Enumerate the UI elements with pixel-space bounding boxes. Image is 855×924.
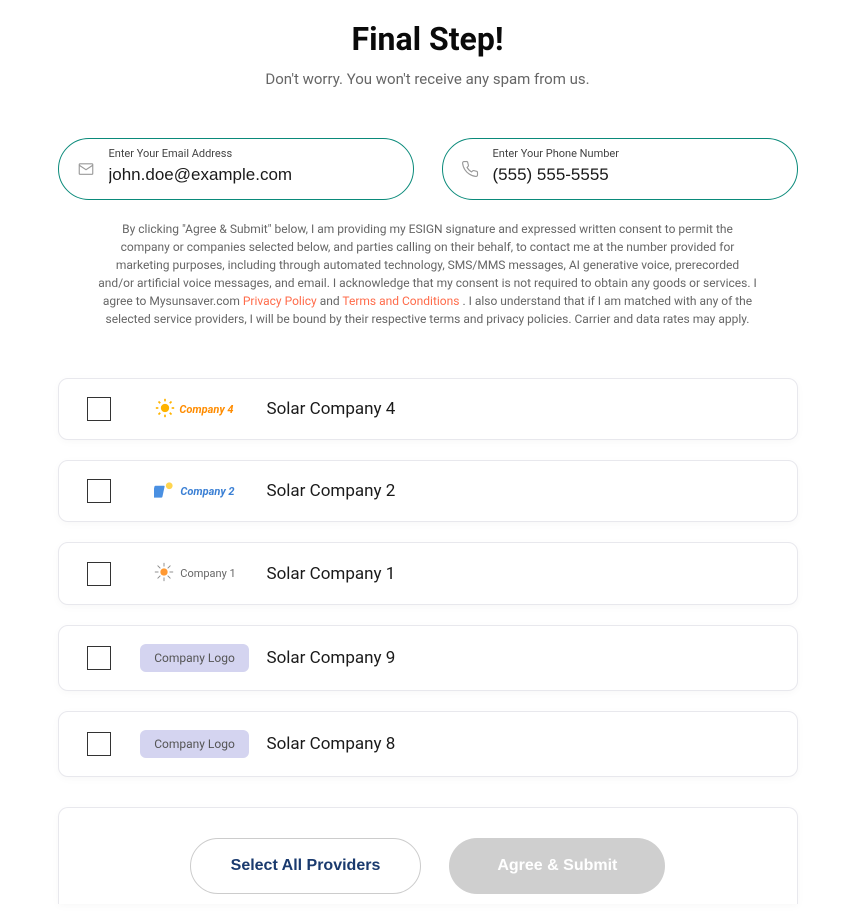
company-item: Company Logo Solar Company 8 [58, 711, 798, 777]
company-name: Solar Company 2 [267, 481, 396, 501]
logo-placeholder: Company Logo [140, 730, 249, 758]
company-name: Solar Company 1 [267, 564, 396, 584]
terms-link[interactable]: Terms and Conditions [342, 294, 459, 308]
sun-icon [154, 480, 176, 503]
email-field-wrapper[interactable]: Enter Your Email Address [58, 138, 414, 200]
legal-and: and [320, 294, 343, 308]
sun-icon [153, 561, 175, 586]
company-logo: Company Logo [135, 644, 255, 672]
phone-label: Enter Your Phone Number [493, 147, 619, 160]
page-title: Final Step! [58, 20, 798, 58]
phone-field-wrapper[interactable]: Enter Your Phone Number [442, 138, 798, 200]
company-checkbox[interactable] [87, 732, 111, 756]
privacy-policy-link[interactable]: Privacy Policy [243, 294, 317, 308]
actions-bar: Select All Providers Agree & Submit [58, 807, 798, 904]
company-checkbox[interactable] [87, 646, 111, 670]
company-item: Company 1 Solar Company 1 [58, 542, 798, 605]
company-logo: Company 1 [135, 561, 255, 586]
logo-graphic: Company 1 [153, 561, 235, 586]
email-label: Enter Your Email Address [109, 147, 233, 160]
company-logo: Company 4 [135, 398, 255, 421]
company-name: Solar Company 4 [267, 399, 396, 419]
logo-graphic: Company 4 [155, 398, 233, 421]
company-item: Company 2 Solar Company 2 [58, 460, 798, 522]
company-checkbox[interactable] [87, 479, 111, 503]
sun-icon [155, 398, 175, 421]
agree-submit-button[interactable]: Agree & Submit [449, 838, 665, 894]
logo-graphic: Company 2 [154, 480, 234, 503]
company-name: Solar Company 9 [267, 648, 396, 668]
company-logo: Company 2 [135, 480, 255, 503]
company-checkbox[interactable] [87, 397, 111, 421]
email-icon [77, 160, 95, 178]
logo-text: Company 4 [179, 403, 233, 416]
phone-icon [461, 160, 479, 178]
company-checkbox[interactable] [87, 562, 111, 586]
logo-text: Company 1 [180, 567, 235, 580]
company-name: Solar Company 8 [267, 734, 396, 754]
company-logo: Company Logo [135, 730, 255, 758]
company-item: Company Logo Solar Company 9 [58, 625, 798, 691]
select-all-button[interactable]: Select All Providers [190, 838, 422, 894]
page-subtitle: Don't worry. You won't receive any spam … [58, 70, 798, 88]
company-item: Company 4 Solar Company 4 [58, 378, 798, 440]
logo-placeholder: Company Logo [140, 644, 249, 672]
legal-text: By clicking "Agree & Submit" below, I am… [88, 220, 768, 328]
logo-text: Company 2 [180, 485, 234, 498]
company-list: Company 4 Solar Company 4 Company 2 Solar C… [58, 378, 798, 777]
